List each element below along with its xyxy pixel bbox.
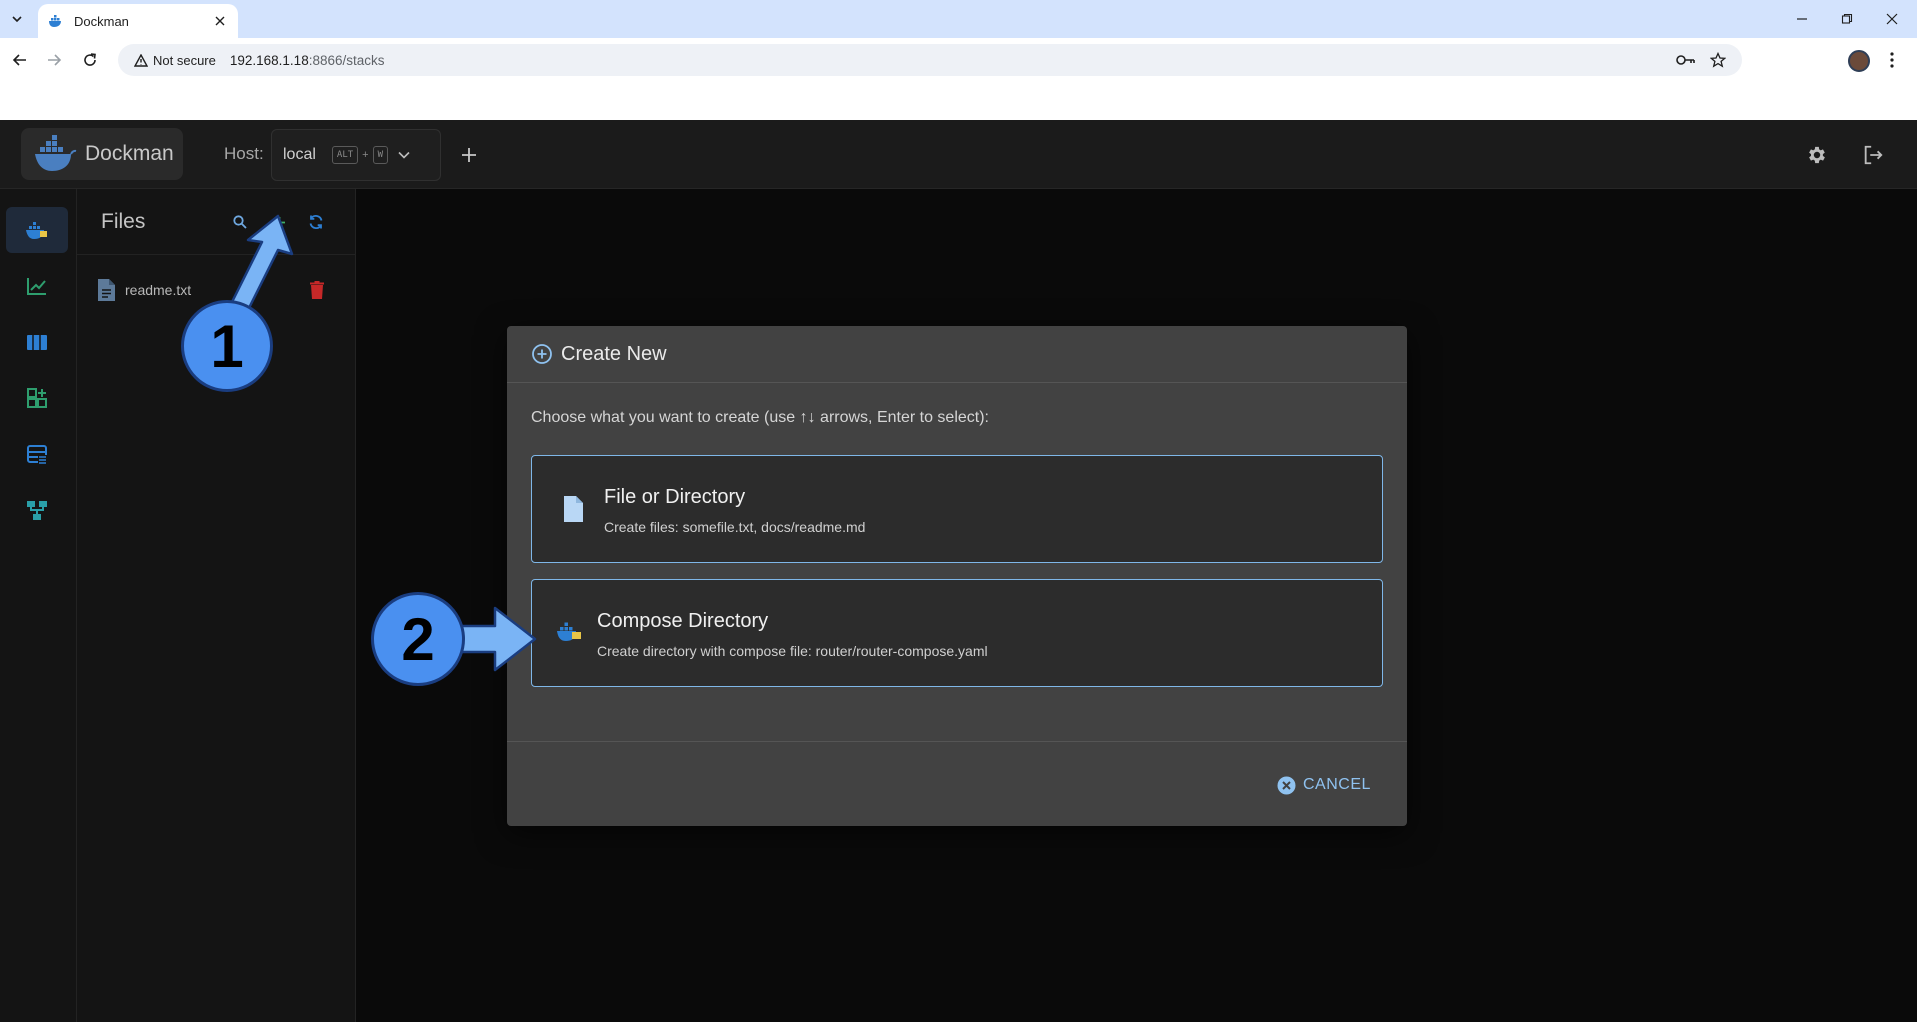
tab-close-icon[interactable] <box>212 13 228 29</box>
option-file-or-directory[interactable]: File or Directory Create files: somefile… <box>531 455 1383 563</box>
file-icon <box>564 496 583 522</box>
host-label: Host: <box>224 144 264 163</box>
apps-add-icon <box>27 388 47 408</box>
option-subtitle: Create directory with compose file: rout… <box>597 643 988 659</box>
browser-tab-dockman[interactable]: Dockman <box>38 4 238 38</box>
bookmark-star-icon[interactable] <box>1706 48 1730 72</box>
files-title: Files <box>101 210 146 233</box>
host-select[interactable]: local ALT + W <box>271 129 441 181</box>
dockman-favicon-icon <box>48 13 64 29</box>
cancel-label: CANCEL <box>1303 776 1371 793</box>
forward-icon[interactable] <box>40 46 68 74</box>
brand[interactable]: Dockman <box>21 128 183 180</box>
docker-whale-icon <box>26 222 47 239</box>
url-path: :8866/stacks <box>308 52 385 68</box>
warning-icon <box>134 53 148 67</box>
app-header: Dockman Host: local ALT + W <box>0 120 1917 189</box>
option-subtitle: Create files: somefile.txt, docs/readme.… <box>604 519 866 535</box>
network-icon <box>27 501 47 520</box>
nav-rail <box>0 189 77 1022</box>
plus-icon <box>462 148 476 162</box>
minimize-icon[interactable] <box>1779 0 1825 38</box>
security-label: Not secure <box>153 52 216 68</box>
password-key-icon[interactable] <box>1674 48 1698 72</box>
back-icon[interactable] <box>6 46 34 74</box>
create-new-dialog: Create New Choose what you want to creat… <box>507 326 1407 826</box>
browser-toolbar: Not secure 192.168.1.18:8866/stacks <box>0 38 1917 82</box>
url-host: 192.168.1.18 <box>229 52 309 68</box>
window-close-icon[interactable] <box>1869 0 1915 38</box>
address-bar[interactable]: Not secure 192.168.1.18:8866/stacks <box>118 44 1742 76</box>
security-chip[interactable]: Not secure <box>126 47 224 73</box>
nav-stats[interactable] <box>6 263 68 309</box>
delete-trash-icon[interactable] <box>306 279 328 301</box>
browser-tabstrip: Dockman <box>0 0 1917 38</box>
dialog-title: Create New <box>561 342 667 365</box>
callout-arrow-2 <box>455 606 537 672</box>
shortcut-key-alt: ALT <box>331 146 359 164</box>
restore-icon[interactable] <box>1824 0 1870 38</box>
shortcut-key-w: W <box>372 146 389 164</box>
add-host-button[interactable] <box>456 142 482 168</box>
shortcut-plus: + <box>362 149 369 161</box>
settings-gear-icon[interactable] <box>1804 142 1830 168</box>
option-compose-directory[interactable]: Compose Directory Create directory with … <box>531 579 1383 687</box>
chevron-down-icon <box>398 148 412 162</box>
host-value: local <box>283 146 316 163</box>
callout-number: 1 <box>210 312 244 380</box>
add-circle-icon <box>532 344 552 364</box>
reload-icon[interactable] <box>76 46 104 74</box>
callout-badge-1: 1 <box>181 300 273 392</box>
nav-volumes[interactable] <box>6 431 68 477</box>
bookmarks-bar <box>0 82 1917 120</box>
chart-line-icon <box>27 278 46 295</box>
files-header: Files <box>77 189 356 255</box>
profile-avatar[interactable] <box>1848 50 1870 72</box>
dialog-footer: CANCEL <box>507 741 1407 826</box>
nav-stacks[interactable] <box>6 207 68 253</box>
database-icon <box>27 445 47 464</box>
container-icon <box>27 335 47 350</box>
dockman-logo-icon <box>35 135 77 171</box>
nav-images[interactable] <box>6 375 68 421</box>
cancel-button[interactable]: CANCEL <box>1277 772 1371 798</box>
cancel-circle-icon <box>1277 776 1296 794</box>
url-text: 192.168.1.18:8866/stacks <box>230 53 385 68</box>
file-name: readme.txt <box>125 282 192 298</box>
refresh-files-button[interactable] <box>305 211 327 233</box>
app-name: Dockman <box>85 142 174 165</box>
option-title: Compose Directory <box>597 610 769 632</box>
nav-containers[interactable] <box>6 319 68 365</box>
logout-icon[interactable] <box>1860 142 1886 168</box>
tab-search-dropdown[interactable] <box>4 6 30 32</box>
option-title: File or Directory <box>604 486 746 508</box>
browser-menu-icon[interactable] <box>1880 48 1904 72</box>
tab-title: Dockman <box>74 13 129 29</box>
nav-networks[interactable] <box>6 487 68 533</box>
document-icon <box>98 279 115 301</box>
refresh-icon <box>309 215 323 229</box>
docker-whale-icon <box>557 622 581 641</box>
dialog-header: Create New <box>507 326 1407 383</box>
dialog-prompt: Choose what you want to create (use ↑↓ a… <box>531 409 989 426</box>
callout-number: 2 <box>401 605 435 673</box>
callout-badge-2: 2 <box>371 592 465 686</box>
